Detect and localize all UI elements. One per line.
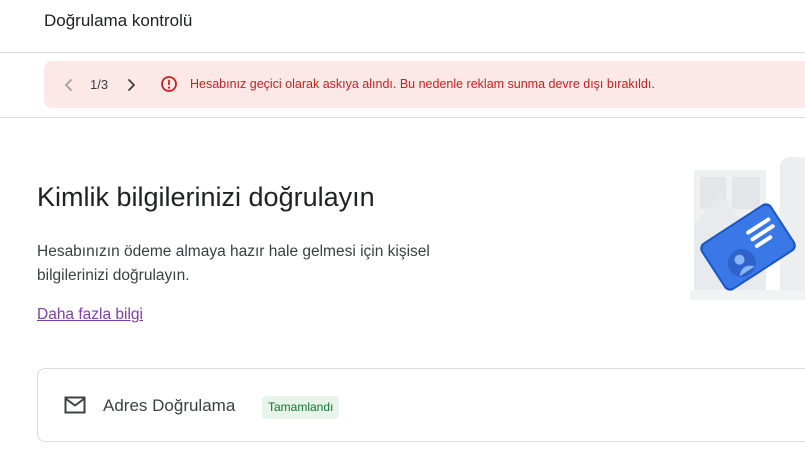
alert-message: Hesabınız geçici olarak askıya alındı. B… [190,77,655,91]
alert-banner: 1/3 Hesabınız geçici olarak askıya alınd… [44,61,805,108]
next-alert-button[interactable] [120,74,142,96]
top-bar: Doğrulama kontrolü [0,0,805,53]
id-card-illustration [690,157,805,300]
chevron-left-icon [65,79,72,91]
error-icon [161,76,177,92]
status-badge: Tamamlandı [262,396,340,419]
page-title: Doğrulama kontrolü [44,11,193,30]
previous-alert-button[interactable] [58,74,80,96]
chevron-right-icon [128,79,135,91]
step-title: Adres Doğrulama [103,396,236,415]
mail-icon [64,396,86,414]
alert-counter: 1/3 [90,77,109,92]
learn-more-link[interactable]: Daha fazla bilgi [37,306,143,324]
alert-section: 1/3 Hesabınız geçici olarak askıya alınd… [0,53,805,118]
address-verification-card[interactable]: Adres Doğrulama Tamamlandı [37,368,805,442]
section-description: Hesabınızın ödeme almaya hazır hale gelm… [37,243,430,284]
section-heading: Kimlik bilgilerinizi doğrulayın [37,182,375,212]
